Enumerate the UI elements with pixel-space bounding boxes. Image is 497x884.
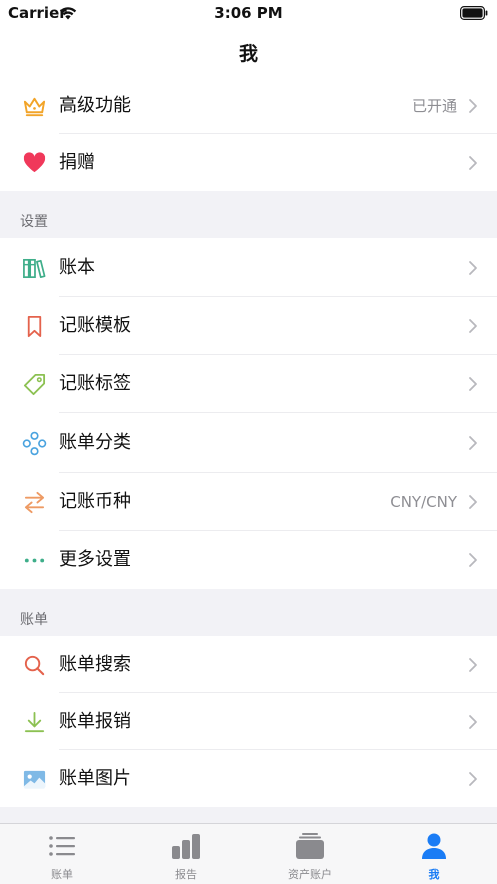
tab-bar: 账单 报告 资产账户 我 (0, 823, 497, 884)
more-dots-icon (22, 548, 47, 573)
wallet-icon (295, 832, 325, 860)
download-icon (22, 710, 47, 735)
chevron-right-icon (468, 771, 478, 787)
section-title: 设置 (20, 214, 48, 230)
tab-bills[interactable]: 账单 (0, 824, 124, 884)
row-bill-search[interactable]: 账单搜索 (0, 636, 497, 693)
search-icon (22, 653, 47, 678)
row-label: 高级功能 (59, 94, 131, 116)
currency-value: CNY/CNY (390, 493, 457, 511)
row-label: 记账模板 (59, 315, 131, 336)
navigation-bar: 我 (0, 26, 497, 78)
row-label: 记账币种 (59, 491, 131, 512)
tab-report[interactable]: 报告 (124, 824, 248, 884)
chevron-right-icon (468, 260, 478, 276)
exchange-icon (22, 490, 47, 515)
row-currency[interactable]: 记账币种 CNY/CNY (0, 473, 497, 531)
bar-chart-icon (171, 832, 201, 860)
row-label: 账本 (59, 256, 95, 278)
chevron-right-icon (468, 98, 478, 114)
row-donate[interactable]: 捐赠 (0, 134, 497, 191)
tag-icon (22, 372, 47, 397)
section-header-settings: 设置 (0, 191, 497, 238)
tab-label: 我 (428, 868, 440, 881)
row-more-settings[interactable]: 更多设置 (0, 531, 497, 589)
section-header-bills: 账单 (0, 589, 497, 636)
list-icon (47, 832, 77, 860)
category-icon (22, 431, 47, 456)
tab-label: 报告 (175, 868, 197, 881)
person-icon (419, 832, 449, 860)
row-label: 捐赠 (59, 151, 95, 173)
page-title: 我 (238, 43, 258, 65)
row-label: 记账标签 (59, 373, 131, 394)
row-bill-images[interactable]: 账单图片 (0, 750, 497, 807)
chevron-right-icon (468, 552, 478, 568)
row-bill-tags[interactable]: 记账标签 (0, 355, 497, 413)
row-label: 账单图片 (59, 767, 131, 789)
tab-assets[interactable]: 资产账户 (248, 824, 372, 884)
heart-icon (22, 151, 47, 176)
row-label: 账单搜索 (59, 653, 131, 675)
chevron-right-icon (468, 318, 478, 334)
chevron-right-icon (468, 435, 478, 451)
row-label: 账单分类 (59, 432, 131, 453)
tab-label: 资产账户 (288, 868, 332, 881)
chevron-right-icon (468, 714, 478, 730)
tab-label: 账单 (51, 868, 73, 881)
row-label: 更多设置 (59, 549, 131, 570)
tab-me[interactable]: 我 (372, 824, 496, 884)
status-bar: Carrier 3:06 PM (0, 0, 497, 26)
chevron-right-icon (468, 494, 478, 510)
books-icon (22, 256, 47, 281)
chevron-right-icon (468, 657, 478, 673)
row-ledger[interactable]: 账本 (0, 238, 497, 297)
chevron-right-icon (468, 376, 478, 392)
premium-status-value: 已开通 (411, 96, 457, 115)
bookmark-icon (22, 314, 47, 339)
row-premium-features[interactable]: 高级功能 已开通 (0, 77, 497, 134)
row-bill-reimburse[interactable]: 账单报销 (0, 693, 497, 750)
row-bill-template[interactable]: 记账模板 (0, 297, 497, 355)
battery-icon (460, 5, 488, 24)
status-time: 3:06 PM (214, 4, 283, 22)
row-label: 账单报销 (59, 710, 131, 732)
section-title: 账单 (20, 612, 48, 628)
crown-icon (22, 94, 47, 119)
image-icon (22, 767, 47, 792)
chevron-right-icon (468, 155, 478, 171)
row-bill-category[interactable]: 账单分类 (0, 413, 497, 473)
